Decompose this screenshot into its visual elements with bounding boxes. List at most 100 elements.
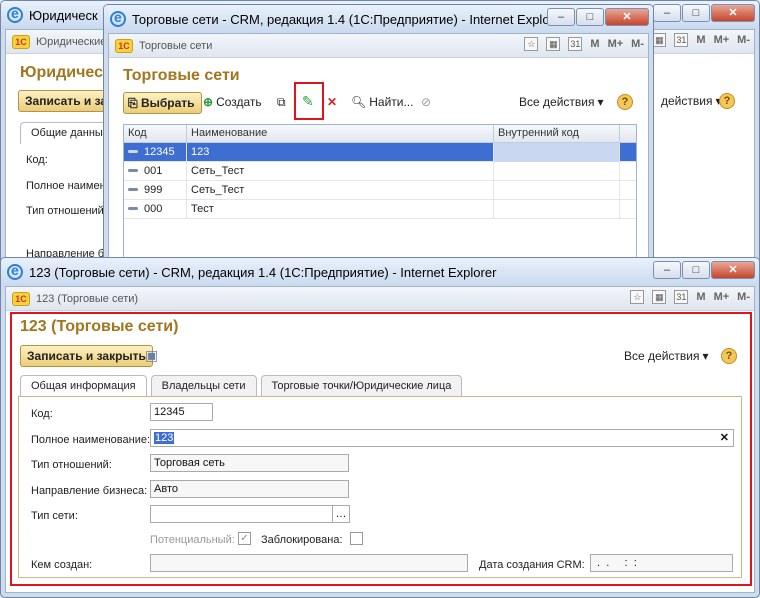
calendar-icon[interactable]: 31 bbox=[568, 37, 583, 51]
add-icon: ⊕ bbox=[203, 95, 214, 109]
list-all-actions[interactable]: Все действия ▾ bbox=[519, 95, 604, 109]
potential-checkbox[interactable]: ✓ bbox=[238, 532, 251, 545]
calc-icon[interactable]: ▦ bbox=[652, 33, 667, 47]
mplus-button[interactable]: M+ bbox=[714, 34, 730, 46]
bg-label-relation: Тип отношений bbox=[26, 205, 104, 217]
form-all-actions[interactable]: Все действия ▾ bbox=[624, 349, 709, 363]
calendar-icon[interactable]: 31 bbox=[674, 290, 689, 304]
col-name[interactable]: Наименование bbox=[187, 125, 494, 142]
close-icon[interactable]: ✕ bbox=[605, 8, 649, 26]
bg-help-icon[interactable]: ? bbox=[719, 93, 735, 109]
list-table: Код Наименование Внутренний код 12345 123… bbox=[123, 124, 637, 265]
form-help-icon[interactable]: ? bbox=[721, 348, 737, 364]
label-nettype: Тип сети: bbox=[31, 510, 78, 522]
row-code: 12345 bbox=[144, 145, 175, 158]
star-icon[interactable]: ☆ bbox=[630, 290, 645, 304]
direction-field[interactable]: Авто bbox=[150, 480, 349, 498]
minimize-icon[interactable]: – bbox=[547, 8, 575, 26]
nettype-choose-button[interactable]: … bbox=[332, 505, 350, 523]
row-name: 123 bbox=[187, 142, 494, 162]
tab-points[interactable]: Торговые точки/Юридические лица bbox=[260, 375, 463, 397]
table-row[interactable]: 12345 123 bbox=[124, 142, 636, 162]
form-highlight: 123 (Торговые сети) Записать и закрыть ▣… bbox=[10, 312, 752, 586]
bg-all-actions[interactable]: действия▾ bbox=[661, 94, 721, 108]
copy-button[interactable]: ⧉ bbox=[277, 95, 286, 110]
minimize-icon[interactable]: – bbox=[653, 261, 681, 279]
label-code: Код: bbox=[31, 408, 53, 420]
create-button[interactable]: ⊕ Создать bbox=[203, 95, 262, 109]
relation-field[interactable]: Торговая сеть bbox=[150, 454, 349, 472]
list-client-bar: 1С Торговые сети ☆ ▦ 31 M M+ M- bbox=[109, 34, 648, 58]
nettype-field[interactable] bbox=[150, 505, 333, 523]
save-close-button[interactable]: Записать и закрыть bbox=[20, 345, 153, 367]
row-inner bbox=[494, 180, 620, 200]
delete-button[interactable]: ✕ bbox=[327, 95, 337, 109]
mminus-button[interactable]: M- bbox=[631, 38, 644, 50]
ie-icon bbox=[7, 5, 23, 23]
item-icon bbox=[128, 207, 138, 211]
blocked-checkbox[interactable] bbox=[350, 532, 363, 545]
table-row[interactable]: 999 Сеть_Тест bbox=[124, 180, 636, 200]
form-titlebar: 123 (Торговые сети) - CRM, редакция 1.4 … bbox=[1, 258, 759, 286]
save-button[interactable]: ▣ bbox=[145, 347, 158, 364]
maximize-icon[interactable]: □ bbox=[682, 261, 710, 279]
1c-logo-icon: 1С bbox=[12, 291, 30, 306]
m-button[interactable]: M bbox=[590, 38, 599, 50]
mminus-button[interactable]: M- bbox=[737, 34, 750, 46]
calendar-icon[interactable]: 31 bbox=[674, 33, 689, 47]
list-help-icon[interactable]: ? bbox=[617, 94, 633, 110]
select-button[interactable]: ⎘ Выбрать bbox=[123, 92, 202, 114]
select-icon: ⎘ bbox=[128, 96, 141, 110]
bg-tab-title: Юридические bbox=[36, 35, 107, 48]
calc-icon[interactable]: ▦ bbox=[652, 290, 667, 304]
bg-label-fullname: Полное наимено bbox=[26, 180, 112, 192]
find-button[interactable]: 🔍︎ Найти... bbox=[351, 95, 413, 109]
created-by-field[interactable] bbox=[150, 554, 468, 572]
col-inner-code[interactable]: Внутренний код bbox=[494, 125, 620, 142]
mplus-button[interactable]: M+ bbox=[714, 291, 730, 303]
mplus-button[interactable]: M+ bbox=[608, 38, 624, 50]
star-icon[interactable]: ☆ bbox=[524, 37, 539, 51]
mminus-button[interactable]: M- bbox=[737, 291, 750, 303]
fullname-field[interactable]: 123 ✕ bbox=[150, 429, 734, 447]
label-potential: Потенциальный: bbox=[150, 534, 235, 546]
label-created-by: Кем создан: bbox=[31, 559, 93, 571]
minimize-icon[interactable]: – bbox=[653, 4, 681, 22]
table-row[interactable]: 000 Тест bbox=[124, 199, 636, 219]
copy-icon: ⧉ bbox=[277, 95, 286, 109]
m-button[interactable]: M bbox=[696, 291, 705, 303]
list-table-header: Код Наименование Внутренний код bbox=[124, 125, 636, 143]
maximize-icon[interactable]: □ bbox=[682, 4, 710, 22]
1c-logo-icon: 1С bbox=[115, 38, 133, 53]
row-name: Сеть_Тест bbox=[187, 180, 494, 200]
bg-label-code: Код: bbox=[26, 154, 48, 166]
col-code[interactable]: Код bbox=[124, 125, 187, 142]
maximize-icon[interactable]: □ bbox=[576, 8, 604, 26]
item-icon bbox=[128, 188, 138, 192]
list-client-icons: ☆ ▦ 31 M M+ M- bbox=[524, 37, 644, 51]
delete-icon: ✕ bbox=[327, 95, 338, 109]
edit-highlight bbox=[294, 82, 324, 120]
bg-window-title: Юридическ bbox=[29, 7, 98, 23]
m-button[interactable]: M bbox=[696, 34, 705, 46]
item-icon bbox=[128, 150, 138, 154]
form-window-buttons: – □ ✕ bbox=[653, 261, 755, 279]
form-client-bar: 1С 123 (Торговые сети) ☆ ▦ 31 M M+ M- bbox=[6, 287, 754, 311]
ie-icon bbox=[110, 9, 126, 27]
item-icon bbox=[128, 169, 138, 173]
code-field[interactable]: 12345 bbox=[150, 403, 213, 421]
cancel-search-button[interactable]: ⊘ bbox=[421, 95, 431, 109]
close-icon[interactable]: ✕ bbox=[711, 4, 755, 22]
form-all-actions-label: Все действия bbox=[624, 349, 700, 363]
bg-client-icons: ▦ 31 M M+ M- bbox=[652, 33, 750, 47]
table-row[interactable]: 001 Сеть_Тест bbox=[124, 161, 636, 181]
calc-icon[interactable]: ▦ bbox=[546, 37, 561, 51]
clear-icon[interactable]: ✕ bbox=[720, 430, 729, 446]
crm-date-field[interactable]: . . : : bbox=[590, 554, 733, 572]
tab-general[interactable]: Общая информация bbox=[20, 375, 147, 397]
search-icon: 🔍︎ bbox=[351, 95, 367, 109]
list-inner: 1С Торговые сети ☆ ▦ 31 M M+ M- Торговые сети … bbox=[108, 33, 649, 265]
tab-owners[interactable]: Владельцы сети bbox=[150, 375, 257, 397]
label-direction: Направление бизнеса: bbox=[31, 485, 148, 497]
close-icon[interactable]: ✕ bbox=[711, 261, 755, 279]
